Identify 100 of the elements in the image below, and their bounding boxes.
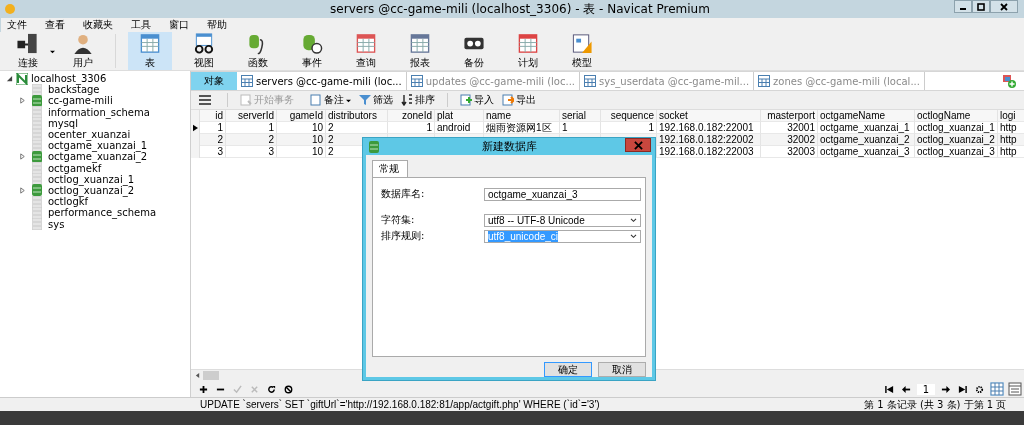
input-field[interactable]: octgame_xuanzai_3 xyxy=(484,187,641,201)
toolbar-button[interactable]: 导入 xyxy=(458,93,496,107)
column-header[interactable]: plat xyxy=(435,110,484,122)
toolbar-button[interactable]: 事件 xyxy=(290,32,334,70)
tree-item[interactable]: localhost_3306 xyxy=(0,73,190,85)
toolbar-button[interactable]: 查询 xyxy=(344,32,388,70)
next-page-icon[interactable] xyxy=(941,384,950,394)
expander-icon[interactable] xyxy=(19,153,26,161)
column-header[interactable]: octlogName xyxy=(915,110,998,122)
toolbar-button[interactable]: 连接 xyxy=(6,32,50,70)
stop-icon[interactable] xyxy=(284,384,293,394)
minimize-button[interactable] xyxy=(954,0,972,13)
refresh-icon[interactable] xyxy=(267,384,276,394)
close-icon xyxy=(633,140,643,150)
form-view-icon[interactable] xyxy=(1008,382,1022,396)
toolbar-button[interactable]: 计划 xyxy=(506,32,550,70)
toolbar-button[interactable]: 筛选 xyxy=(357,93,395,107)
menu-item[interactable]: 查看 xyxy=(45,18,75,32)
tree-item[interactable]: backstage xyxy=(0,84,190,96)
table-cell: octgame_xuanzai_2 xyxy=(818,134,915,146)
new-connection-icon[interactable] xyxy=(1002,74,1016,88)
table-cell: http xyxy=(998,134,1024,146)
tree-item[interactable]: octlogkf xyxy=(0,196,190,208)
tab[interactable]: servers @cc-game-mili (loc... xyxy=(237,72,407,90)
column-header[interactable]: serial xyxy=(560,110,601,122)
tree-item[interactable]: sys xyxy=(0,218,190,230)
column-header[interactable]: serverId xyxy=(226,110,277,122)
toolbar-button[interactable]: 排序 xyxy=(399,93,437,107)
column-header[interactable]: logi xyxy=(998,110,1024,122)
tab[interactable]: zones @cc-game-mili (local... xyxy=(754,72,925,90)
column-header[interactable]: id xyxy=(200,110,226,122)
column-header[interactable]: gameId xyxy=(277,110,326,122)
expander-icon[interactable] xyxy=(19,186,26,194)
menu-item[interactable]: 收藏夹 xyxy=(83,18,123,32)
tree-item[interactable]: octlog_xuanzai_2 xyxy=(0,184,190,197)
scrollbar-thumb[interactable] xyxy=(203,371,219,380)
column-header[interactable]: name xyxy=(484,110,560,122)
maximize-button[interactable] xyxy=(972,0,990,13)
plug-server-icon xyxy=(16,32,40,55)
table-icon xyxy=(408,32,432,55)
table-icon xyxy=(758,75,771,87)
menu-icon[interactable] xyxy=(199,95,211,105)
tab[interactable]: sys_userdata @cc-game-mil... xyxy=(580,72,755,90)
export-icon xyxy=(502,94,514,106)
column-header[interactable]: octgameName xyxy=(818,110,915,122)
menu-item[interactable]: 工具 xyxy=(131,18,161,32)
last-page-icon[interactable] xyxy=(958,384,967,394)
database-icon xyxy=(32,206,42,219)
grid-view-icon[interactable] xyxy=(990,382,1004,396)
table-icon xyxy=(516,32,540,55)
table-cell: 192.168.0.182:22003 xyxy=(657,146,761,158)
dialog-title: 新建数据库 xyxy=(480,139,538,154)
checkmark-icon[interactable] xyxy=(233,384,242,394)
dialog-button[interactable]: 取消 xyxy=(598,362,646,377)
toolbar-button[interactable]: 导出 xyxy=(500,93,538,107)
column-header[interactable]: distributors xyxy=(326,110,388,122)
toolbar-button[interactable]: 备注 xyxy=(308,93,353,107)
column-header[interactable]: socket xyxy=(657,110,761,122)
dialog-button[interactable]: 确定 xyxy=(544,362,592,377)
first-page-icon[interactable] xyxy=(885,384,894,394)
table-icon xyxy=(241,75,253,87)
tree-item[interactable]: octgame_xuanzai_1 xyxy=(0,140,190,152)
field-label: 字符集: xyxy=(381,213,416,227)
app-logo-icon xyxy=(4,3,16,15)
menu-item[interactable]: 窗口 xyxy=(169,18,199,32)
expander-icon[interactable] xyxy=(6,75,13,83)
tree-item[interactable]: cc-game-mili xyxy=(0,95,190,107)
dialog-tab[interactable]: 常规 xyxy=(372,160,408,177)
tree-item[interactable]: performance_schema xyxy=(0,207,190,219)
previous-page-icon[interactable] xyxy=(902,384,911,394)
toolbar-button[interactable]: 备份 xyxy=(452,32,496,70)
table-cell: 3 xyxy=(226,146,277,158)
toolbar-button[interactable]: 用户 xyxy=(61,32,105,70)
table-cell: 10 xyxy=(277,146,326,158)
expander-icon[interactable] xyxy=(19,97,26,105)
scroll-left-icon[interactable] xyxy=(194,373,200,378)
column-header[interactable]: sequence xyxy=(601,110,657,122)
table-cell: 3 xyxy=(200,146,226,158)
toolbar-button[interactable]: 报表 xyxy=(398,32,442,70)
caret-icon[interactable] xyxy=(50,48,55,54)
tree-item[interactable]: ocenter_xuanzai xyxy=(0,128,190,141)
objects-tab[interactable]: 对象 xyxy=(191,72,237,90)
tree-item[interactable]: octgame_xuanzai_2 xyxy=(0,151,190,163)
table-cell: octlog_xuanzai_3 xyxy=(915,146,998,158)
column-header[interactable]: zoneId xyxy=(388,110,435,122)
menu-item[interactable]: 文件 xyxy=(7,18,37,32)
table-icon xyxy=(138,32,162,55)
toolbar-button[interactable]: 视图 xyxy=(182,32,226,70)
close-button[interactable] xyxy=(990,0,1018,13)
tree-item[interactable]: mysql xyxy=(0,117,190,129)
menu-item[interactable]: 帮助 xyxy=(207,18,237,32)
field-label: 排序规则: xyxy=(381,229,426,243)
add-icon[interactable] xyxy=(199,384,208,394)
tab[interactable]: updates @cc-game-mili (loc... xyxy=(406,72,580,90)
column-header[interactable]: masterport xyxy=(761,110,818,122)
toolbar-button[interactable]: 模型 xyxy=(560,32,604,70)
page-number-field[interactable]: 1 xyxy=(917,383,935,395)
toolbar-button[interactable]: 表 xyxy=(128,32,172,70)
toolbar-button[interactable]: 函数 xyxy=(236,32,280,70)
dropdown-field[interactable]: utf8 -- UTF-8 Unicode xyxy=(484,213,641,227)
